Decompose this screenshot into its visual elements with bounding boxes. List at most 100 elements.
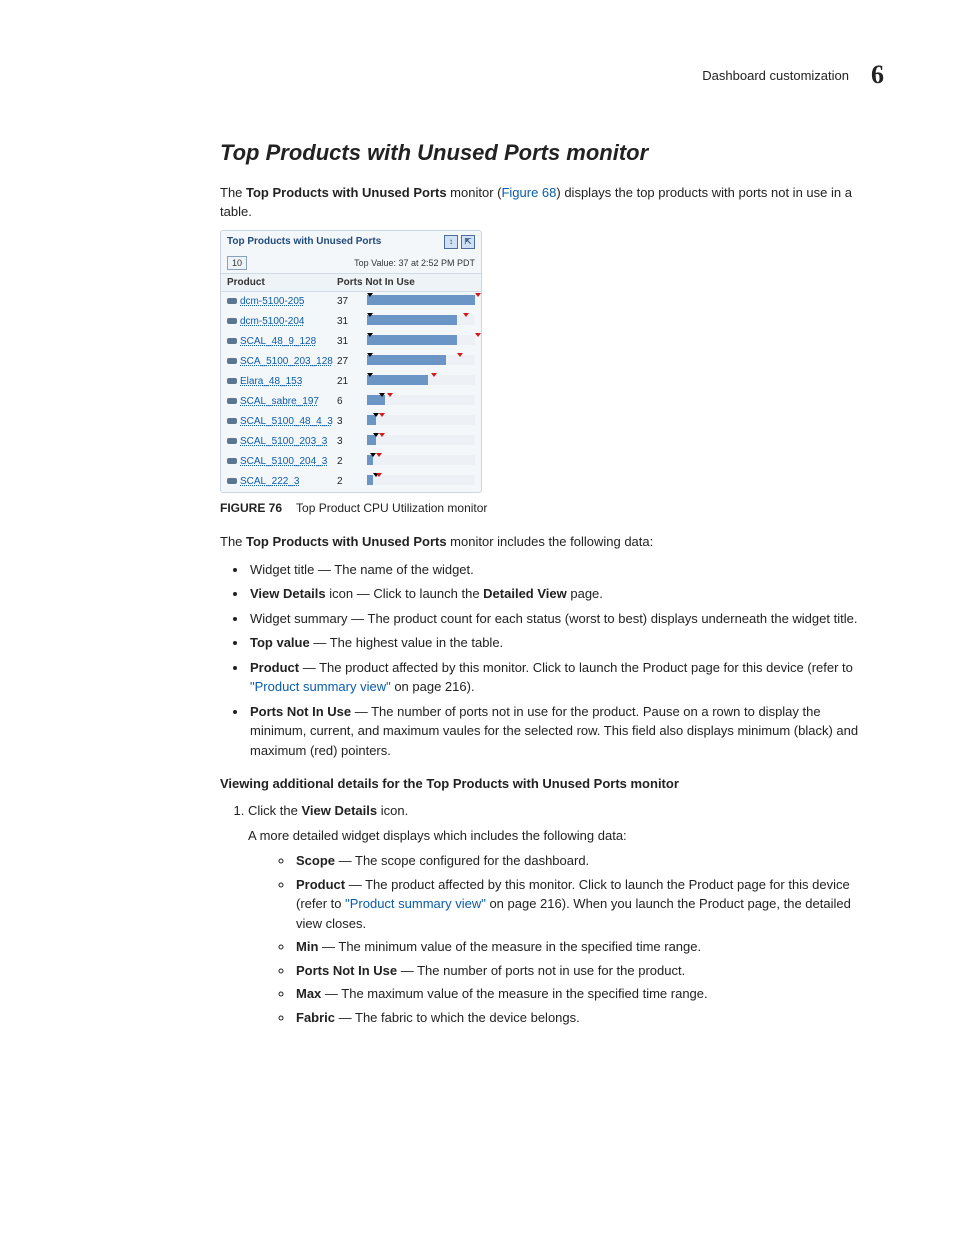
text: — The maximum value of the measure in th…	[321, 986, 707, 1001]
min-marker-icon	[367, 313, 373, 317]
product-link[interactable]: SCAL_sabre_197	[227, 396, 319, 407]
product-link[interactable]: SCAL_5100_204_3	[227, 456, 327, 467]
device-icon	[227, 358, 237, 364]
ports-value: 37	[337, 296, 367, 307]
ports-value: 27	[337, 356, 367, 367]
table-row: SCA_5100_203_128 27	[221, 352, 481, 372]
min-marker-icon	[367, 373, 373, 377]
bar-cell	[367, 395, 475, 408]
bar-track	[367, 435, 475, 445]
bar-cell	[367, 355, 475, 368]
table-row: SCAL_sabre_197 6	[221, 392, 481, 412]
figure-caption: FIGURE 76 Top Product CPU Utilization mon…	[220, 501, 860, 515]
list-item: Min — The minimum value of the measure i…	[294, 937, 860, 957]
text: icon.	[377, 803, 408, 818]
bar-track	[367, 415, 475, 425]
product-link[interactable]: dcm-5100-205	[227, 296, 304, 307]
max-marker-icon	[457, 353, 463, 357]
product-cell: dcm-5100-204	[227, 316, 337, 328]
table-row: SCAL_222_32	[221, 472, 481, 492]
table-row: dcm-5100-204 31	[221, 312, 481, 332]
product-cell: SCAL_222_3	[227, 476, 337, 488]
bar-fill	[367, 315, 457, 325]
product-link[interactable]: SCAL_5100_48_4_3	[227, 416, 333, 427]
content-column: Top Products with Unused Ports monitor T…	[220, 140, 860, 1027]
product-name: SCAL_48_9_128	[240, 336, 316, 347]
product-cell: SCAL_5100_204_3	[227, 456, 337, 468]
text: — The scope configured for the dashboard…	[335, 853, 589, 868]
product-cell: SCA_5100_203_128	[227, 356, 337, 368]
field-name: Scope	[296, 853, 335, 868]
widget-titlebar-icons: ↕ ⇱	[444, 235, 475, 249]
widget-column-headers: Product Ports Not In Use	[221, 273, 481, 292]
product-name: dcm-5100-205	[240, 296, 304, 307]
field-name: Fabric	[296, 1010, 335, 1025]
max-marker-icon	[376, 473, 382, 477]
table-row: SCAL_48_9_128 31	[221, 332, 481, 352]
cross-reference[interactable]: "Product summary view"	[250, 679, 391, 694]
ports-value: 3	[337, 436, 367, 447]
cross-reference[interactable]: "Product summary view"	[345, 896, 486, 911]
text: — The number of ports not in use for the…	[397, 963, 685, 978]
text: — The minimum value of the measure in th…	[318, 939, 701, 954]
list-item: Ports Not In Use — The number of ports n…	[294, 961, 860, 981]
list-item: View Details icon — Click to launch the …	[248, 584, 860, 604]
figure-xref[interactable]: Figure 68	[501, 185, 556, 200]
widget-title: Top Products with Unused Ports	[227, 236, 381, 247]
bar-cell	[367, 295, 475, 308]
min-marker-icon	[367, 333, 373, 337]
product-name: Elara_48_153	[240, 376, 302, 387]
bar-track	[367, 355, 475, 365]
bar-fill	[367, 295, 475, 305]
widget-titlebar: Top Products with Unused Ports ↕ ⇱	[221, 231, 481, 253]
product-cell: Elara_48_153	[227, 376, 337, 388]
product-cell: SCAL_sabre_197	[227, 396, 337, 408]
bar-track	[367, 335, 475, 345]
description-paragraph: The Top Products with Unused Ports monit…	[220, 533, 860, 552]
chapter-number: 6	[871, 60, 884, 90]
max-marker-icon	[431, 373, 437, 377]
figure-caption-text: Top Product CPU Utilization monitor	[296, 501, 487, 515]
list-item: Ports Not In Use — The number of ports n…	[248, 702, 860, 761]
ports-value: 31	[337, 336, 367, 347]
table-row: SCAL_5100_204_32	[221, 452, 481, 472]
product-link[interactable]: Elara_48_153	[227, 376, 302, 387]
max-marker-icon	[379, 433, 385, 437]
ports-value: 6	[337, 396, 367, 407]
running-head: Dashboard customization 6	[60, 60, 884, 90]
product-link[interactable]: SCAL_5100_203_3	[227, 436, 327, 447]
expand-icon[interactable]: ↕	[444, 235, 458, 249]
bar-track	[367, 295, 475, 305]
view-details-icon[interactable]: ⇱	[461, 235, 475, 249]
product-link[interactable]: SCAL_222_3	[227, 476, 300, 487]
col-product-header: Product	[227, 277, 337, 288]
steps-list: Click the View Details icon. A more deta…	[220, 801, 860, 1027]
page: Dashboard customization 6 Top Products w…	[0, 0, 954, 1235]
table-row: SCAL_5100_48_4_3 3	[221, 412, 481, 432]
max-marker-icon	[376, 453, 382, 457]
device-icon	[227, 338, 237, 344]
widget-toolbar: 10 Top Value: 37 at 2:52 PM PDT	[221, 253, 481, 273]
device-icon	[227, 398, 237, 404]
product-name: SCAL_5100_204_3	[240, 456, 327, 467]
product-link[interactable]: dcm-5100-204	[227, 316, 304, 327]
max-marker-icon	[475, 293, 481, 297]
list-item: Fabric — The fabric to which the device …	[294, 1008, 860, 1028]
bar-cell	[367, 475, 475, 488]
device-icon	[227, 478, 237, 484]
ports-value: 21	[337, 376, 367, 387]
section-title: Top Products with Unused Ports monitor	[220, 140, 860, 166]
figure-number: FIGURE 76	[220, 501, 282, 515]
list-item: Widget summary — The product count for e…	[248, 609, 860, 629]
product-link[interactable]: SCAL_48_9_128	[227, 336, 316, 347]
intro-paragraph: The Top Products with Unused Ports monit…	[220, 184, 860, 222]
top-value-label: Top Value: 37 at 2:52 PM PDT	[354, 258, 475, 268]
field-name: Ports Not In Use	[296, 963, 397, 978]
product-cell: SCAL_48_9_128	[227, 336, 337, 348]
ports-value: 31	[337, 316, 367, 327]
min-marker-icon	[367, 353, 373, 357]
row-count-selector[interactable]: 10	[227, 256, 247, 270]
product-link[interactable]: SCA_5100_203_128	[227, 356, 333, 367]
bar-cell	[367, 415, 475, 428]
ports-value: 3	[337, 416, 367, 427]
